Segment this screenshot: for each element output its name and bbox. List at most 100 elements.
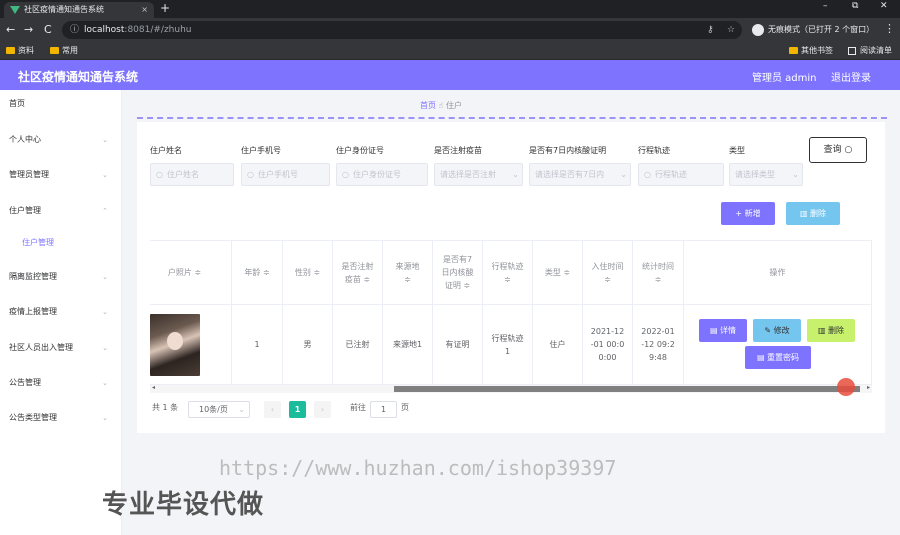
- vaccine-select[interactable]: 请选择是否注射 ⌄: [434, 163, 523, 186]
- col-header-track[interactable]: 行程轨迹 ≑: [483, 241, 533, 305]
- sidebar-item-label: 公告管理: [9, 378, 41, 387]
- sidebar-item-label: 隔离监控管理: [9, 272, 57, 281]
- col-header-stat-time[interactable]: 统计时间 ≑: [633, 241, 684, 305]
- cursor-highlight: [837, 378, 855, 396]
- scroll-right-icon[interactable]: ▸: [867, 384, 870, 391]
- app-title: 社区疫情通知通告系统: [18, 70, 139, 84]
- breadcrumb: 首页 ☝ 住户: [420, 100, 462, 111]
- scroll-left-icon[interactable]: ◂: [152, 384, 155, 391]
- sidebar-item-access-management[interactable]: 社区人员出入管理 ⌄: [0, 338, 122, 358]
- track-search-input[interactable]: ○ 行程轨迹: [638, 163, 724, 186]
- next-page-button[interactable]: ›: [314, 401, 331, 418]
- back-button[interactable]: ←: [6, 23, 15, 36]
- delete-button[interactable]: ▥ 删除: [807, 319, 855, 342]
- sidebar-item-notice-type-management[interactable]: 公告类型管理 ⌄: [0, 408, 122, 428]
- edit-button[interactable]: ✎ 修改: [753, 319, 801, 342]
- sidebar-item-resident-management[interactable]: 住户管理 ⌃: [0, 201, 122, 221]
- logout-link[interactable]: 退出登录: [831, 69, 871, 84]
- prev-page-button[interactable]: ‹: [264, 401, 281, 418]
- key-icon[interactable]: ⚷: [707, 21, 714, 39]
- cell-track: 行程轨迹 1: [483, 305, 533, 385]
- forward-button[interactable]: →: [24, 23, 33, 36]
- browser-menu-icon[interactable]: ⋮: [884, 22, 895, 35]
- reset-password-button[interactable]: ▤ 重置密码: [745, 346, 811, 369]
- cell-nucleic: 有证明: [433, 305, 483, 385]
- col-header-nucleic[interactable]: 是否有7 日内核酸 证明 ≑: [433, 241, 483, 305]
- sidebar-item-label: 住户管理: [22, 238, 54, 247]
- filter-label-type: 类型: [729, 146, 745, 155]
- tab-title: 社区疫情通知通告系统: [24, 5, 104, 14]
- reading-list-icon: [848, 47, 856, 55]
- new-tab-button[interactable]: +: [160, 1, 170, 15]
- incognito-indicator[interactable]: 无痕模式（已打开 2 个窗口）: [752, 21, 874, 39]
- url-path: :8081/#/zhuhu: [124, 25, 192, 35]
- nucleic-select[interactable]: 请选择是否有7日内 ⌄: [529, 163, 631, 186]
- horizontal-scrollbar[interactable]: ◂ ▸: [150, 384, 872, 393]
- bookmark-label: 其他书签: [801, 46, 833, 55]
- sidebar-item-personal-center[interactable]: 个人中心 ⌄: [0, 130, 122, 150]
- sidebar-item-epidemic-report[interactable]: 疫情上报管理 ⌄: [0, 302, 122, 322]
- breadcrumb-current: 住户: [445, 101, 462, 110]
- search-icon: ○: [644, 170, 651, 179]
- cell-gender: 男: [283, 305, 333, 385]
- idcard-search-input[interactable]: ○ 住户身份证号: [336, 163, 428, 186]
- sidebar-item-home[interactable]: 首页: [0, 94, 122, 114]
- col-header-origin[interactable]: 来源地 ≑: [383, 241, 433, 305]
- bookmarks-bar: 资料 常用 其他书签 阅读清单: [0, 42, 900, 60]
- add-button[interactable]: + 新增: [721, 202, 775, 225]
- app-header: 社区疫情通知通告系统 管理员 admin 退出登录: [0, 60, 900, 90]
- search-icon: ○: [247, 170, 254, 179]
- goto-suffix: 页: [401, 403, 409, 412]
- goto-page-input[interactable]: 1: [370, 401, 397, 418]
- sidebar-item-label: 公告类型管理: [9, 413, 57, 422]
- other-bookmarks[interactable]: 其他书签: [789, 45, 833, 57]
- filter-label-phone: 住户手机号: [241, 146, 281, 155]
- restore-button[interactable]: ⧉: [852, 1, 858, 11]
- chevron-down-icon: ⌄: [792, 170, 799, 179]
- close-window-button[interactable]: ✕: [880, 1, 888, 11]
- page-size-select[interactable]: 10条/页 ⌄: [188, 401, 250, 418]
- chevron-down-icon: ⌄: [238, 405, 245, 414]
- sidebar-subitem-resident-management[interactable]: 住户管理: [0, 233, 122, 253]
- sidebar-item-label: 住户管理: [9, 206, 41, 215]
- tab-close-icon[interactable]: ×: [141, 2, 148, 18]
- query-button[interactable]: 查询 ○: [809, 137, 867, 163]
- batch-delete-button[interactable]: ▥ 删除: [786, 202, 840, 225]
- cell-checkin-time: 2021-12 -01 00:0 0:00: [583, 305, 633, 385]
- scrollbar-thumb[interactable]: [394, 386, 860, 392]
- detail-button[interactable]: ▤ 详情: [699, 319, 747, 342]
- resident-photo[interactable]: [150, 313, 200, 376]
- page-number-current[interactable]: 1: [289, 401, 306, 418]
- info-icon[interactable]: ⓘ: [70, 21, 79, 39]
- sidebar-item-isolation-monitor[interactable]: 隔离监控管理 ⌄: [0, 267, 122, 287]
- admin-label: 管理员 admin: [752, 73, 817, 84]
- col-header-checkin-time[interactable]: 入住时间 ≑: [583, 241, 633, 305]
- address-bar[interactable]: ⓘ localhost:8081/#/zhuhu ⚷ ☆: [62, 21, 742, 39]
- phone-search-input[interactable]: ○ 住户手机号: [241, 163, 330, 186]
- col-header-type[interactable]: 类型 ≑: [533, 241, 583, 305]
- bookmark-folder[interactable]: 常用: [50, 45, 78, 57]
- reload-button[interactable]: C: [44, 23, 52, 36]
- chevron-up-icon: ⌃: [102, 207, 108, 215]
- star-icon[interactable]: ☆: [727, 21, 735, 39]
- pagination-total: 共 1 条: [152, 403, 179, 412]
- hand-icon: ☝: [438, 101, 444, 110]
- sidebar-item-notice-management[interactable]: 公告管理 ⌄: [0, 373, 122, 393]
- page-size-value: 10条/页: [199, 405, 228, 414]
- col-header-vaccinated[interactable]: 是否注射 疫苗 ≑: [333, 241, 383, 305]
- col-header-gender[interactable]: 性别 ≑: [283, 241, 333, 305]
- placeholder: 住户姓名: [167, 170, 199, 179]
- bookmark-folder[interactable]: 资料: [6, 45, 34, 57]
- col-header-age[interactable]: 年龄 ≑: [232, 241, 283, 305]
- reading-list[interactable]: 阅读清单: [848, 45, 892, 57]
- bookmark-label: 阅读清单: [860, 46, 892, 55]
- minimize-button[interactable]: –: [823, 1, 828, 11]
- type-select[interactable]: 请选择类型 ⌄: [729, 163, 803, 186]
- browser-tab[interactable]: 社区疫情通知通告系统 ×: [4, 2, 154, 18]
- col-header-photo[interactable]: 户照片 ≑: [150, 241, 232, 305]
- cell-vaccinated: 已注射: [333, 305, 383, 385]
- name-search-input[interactable]: ○ 住户姓名: [150, 163, 234, 186]
- breadcrumb-home[interactable]: 首页: [420, 101, 436, 110]
- cell-stat-time: 2022-01 -12 09:2 9:48: [633, 305, 684, 385]
- sidebar-item-admin-management[interactable]: 管理员管理 ⌄: [0, 165, 122, 185]
